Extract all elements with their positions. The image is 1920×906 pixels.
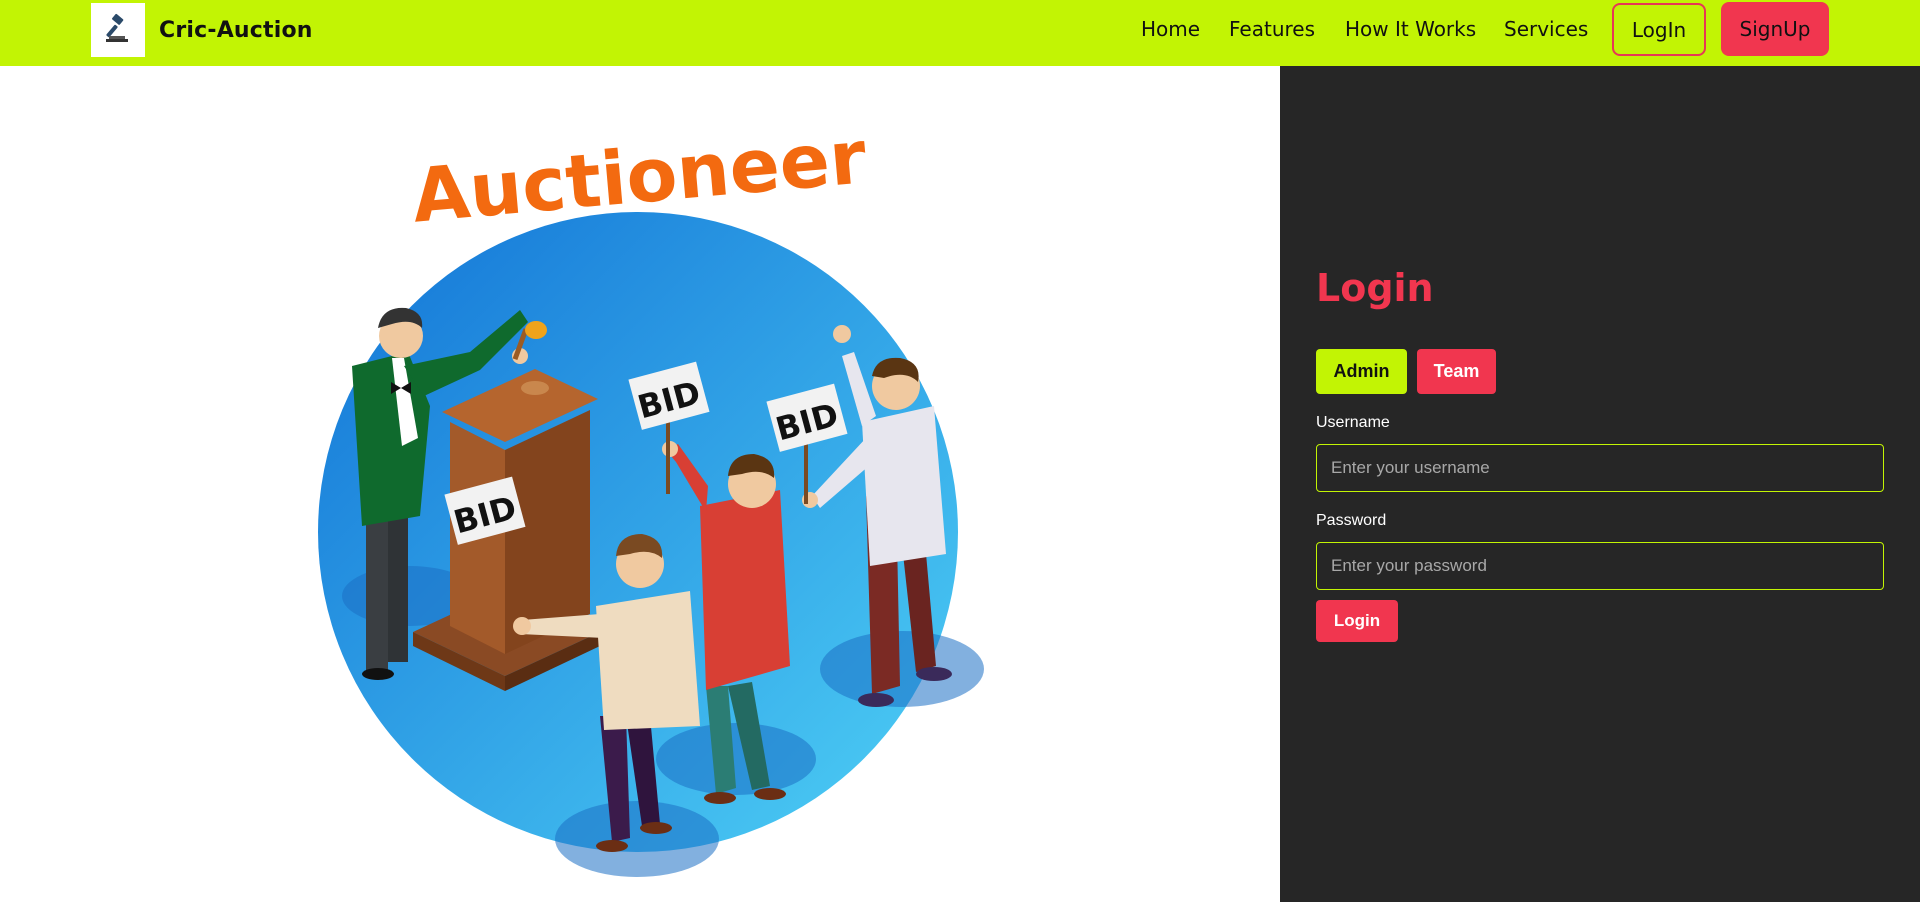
login-panel: Login Admin Team Username Password Login (1280, 66, 1920, 902)
username-label: Username (1316, 414, 1390, 431)
brand-name: Cric-Auction (159, 17, 313, 43)
brand[interactable]: Cric-Auction (91, 3, 313, 57)
nav-link-features[interactable]: Features (1229, 17, 1315, 41)
nav-link-services[interactable]: Services (1504, 17, 1588, 41)
username-input[interactable] (1316, 444, 1884, 492)
login-submit-button[interactable]: Login (1316, 600, 1398, 642)
login-title: Login (1316, 266, 1434, 310)
password-input[interactable] (1316, 542, 1884, 590)
role-admin-button[interactable]: Admin (1316, 349, 1407, 394)
nav-signup-button[interactable]: SignUp (1721, 2, 1829, 56)
nav-link-how-it-works[interactable]: How It Works (1345, 17, 1476, 41)
top-navbar: Cric-Auction Home Features How It Works … (0, 0, 1920, 66)
auctioneer-illustration: Auctioneer BID BID BID (318, 114, 984, 877)
password-label: Password (1316, 512, 1387, 529)
nav-login-button[interactable]: LogIn (1612, 3, 1706, 56)
hero-illustration-area: Auctioneer BID BID BID (0, 66, 1280, 902)
gavel-icon (91, 3, 145, 57)
role-team-button[interactable]: Team (1417, 349, 1496, 394)
nav-link-home[interactable]: Home (1141, 17, 1200, 41)
